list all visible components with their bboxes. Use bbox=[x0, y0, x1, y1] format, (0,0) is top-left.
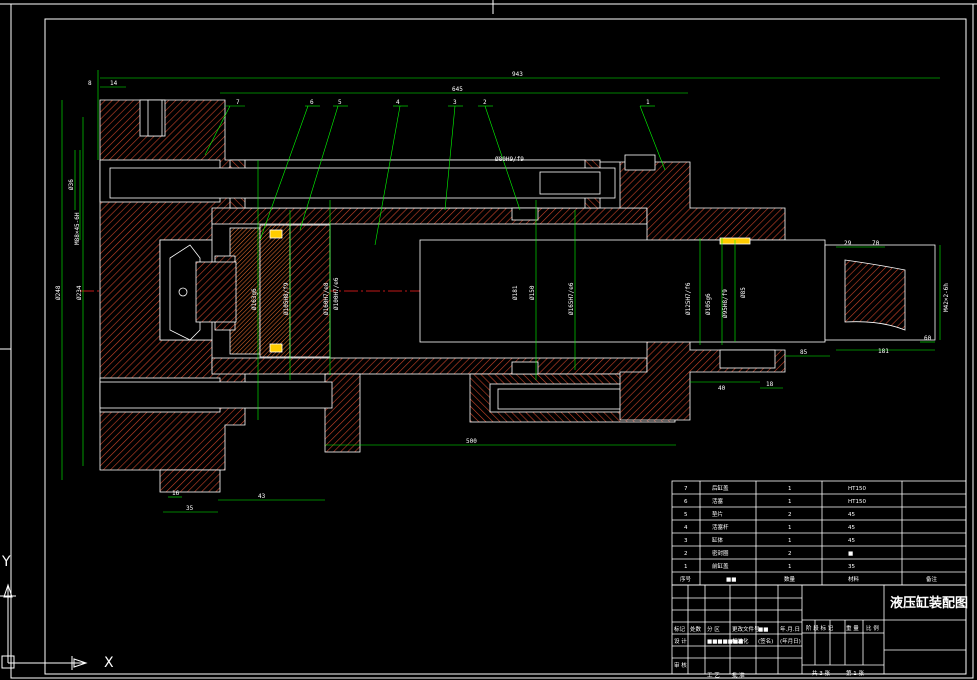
ucs-x-label: X bbox=[104, 655, 114, 671]
pl-mat-4: 45 bbox=[848, 525, 855, 531]
balloon-5: 5 bbox=[338, 99, 342, 106]
pl-qty-1: 1 bbox=[788, 564, 792, 570]
pl-mat-3: 45 bbox=[848, 538, 855, 544]
pl-name-5: 垫片 bbox=[712, 510, 723, 518]
pl-mat-1: 35 bbox=[848, 564, 855, 570]
pl-name-2: 密封圈 bbox=[712, 549, 729, 557]
pl-qty-6: 1 bbox=[788, 499, 792, 505]
pl-name-6: 活塞 bbox=[712, 497, 724, 505]
tb-mark: 标记 bbox=[674, 625, 686, 633]
tb-sign: ■■ bbox=[758, 627, 768, 633]
tb-stage: 阶 段 标 记 bbox=[806, 624, 834, 632]
pl-no-5: 5 bbox=[684, 512, 688, 518]
dim-70: 70 bbox=[872, 240, 880, 247]
tb-weight: 重 量 bbox=[846, 624, 859, 632]
pl-header-name: ■■ bbox=[726, 577, 736, 583]
pl-mat-7: HT150 bbox=[848, 486, 866, 492]
pl-header-note: 备注 bbox=[926, 575, 938, 583]
dim-m88: M88×45-6H bbox=[74, 212, 81, 245]
dim-d105g: Ø105g6 bbox=[705, 293, 712, 315]
tb-signature: (签名) bbox=[758, 637, 773, 645]
pl-qty-4: 1 bbox=[788, 525, 792, 531]
tb-design: 设 计 bbox=[674, 637, 687, 645]
balloon-2: 2 bbox=[483, 99, 487, 106]
pl-qty-7: 1 bbox=[788, 486, 792, 492]
pl-qty-3: 1 bbox=[788, 538, 792, 544]
part-balloons: 7 6 5 4 3 2 1 bbox=[225, 99, 655, 107]
tb-date: 年.月.日 bbox=[780, 625, 800, 633]
tb-change-doc: 更改文件号 bbox=[732, 625, 760, 633]
pl-no-1: 1 bbox=[684, 564, 688, 570]
fit-annotation: Ø80H9/f9 bbox=[495, 156, 524, 163]
assembly-drawing: 943 645 8 14 500 16 35 43 29 70 85 181 6… bbox=[0, 0, 977, 679]
dim-d105: Ø105H8/f9 bbox=[283, 282, 290, 315]
dim-29: 29 bbox=[844, 240, 852, 247]
dim-d125: Ø125H7/f6 bbox=[685, 282, 692, 315]
dim-d95: Ø95H8/f9 bbox=[722, 289, 729, 318]
pl-header-qty: 数量 bbox=[784, 575, 796, 583]
dim-35: 35 bbox=[186, 505, 194, 512]
tb-zone: 分 区 bbox=[707, 625, 720, 633]
tb-scale: 比 例 bbox=[866, 624, 879, 632]
dim-d234: Ø234 bbox=[76, 285, 83, 300]
dim-85: 85 bbox=[800, 349, 808, 356]
pl-no-2: 2 bbox=[684, 551, 688, 557]
pl-name-4: 活塞杆 bbox=[712, 523, 729, 531]
balloon-7: 7 bbox=[236, 99, 240, 106]
pl-name-3: 缸体 bbox=[712, 536, 724, 544]
pl-no-3: 3 bbox=[684, 538, 688, 544]
balloon-3: 3 bbox=[453, 99, 457, 106]
pl-no-6: 6 bbox=[684, 499, 688, 505]
pl-mat-6: HT150 bbox=[848, 499, 866, 505]
dim-overall-length: 943 bbox=[512, 71, 523, 78]
pl-qty-2: 2 bbox=[788, 551, 792, 557]
dim-8: 8 bbox=[88, 80, 92, 87]
tb-approve: 批 准 bbox=[732, 671, 745, 679]
balloon-6: 6 bbox=[310, 99, 314, 106]
dim-d36: Ø36 bbox=[68, 179, 75, 190]
dim-m42: M42×2-6h bbox=[943, 283, 950, 312]
pl-name-7: 后缸盖 bbox=[712, 484, 729, 492]
dim-16: 16 bbox=[172, 490, 180, 497]
dim-40: 40 bbox=[718, 385, 726, 392]
balloon-4: 4 bbox=[396, 99, 400, 106]
dim-d150: Ø150 bbox=[529, 285, 536, 300]
pl-header-no: 序号 bbox=[680, 575, 692, 583]
ucs-icon bbox=[0, 583, 88, 670]
pl-header-material: 材料 bbox=[848, 575, 860, 583]
pl-qty-5: 2 bbox=[788, 512, 792, 518]
dim-d181: Ø181 bbox=[512, 285, 519, 300]
dim-60: 60 bbox=[924, 335, 932, 342]
tb-standard: 标准化 bbox=[732, 637, 749, 645]
dim-14: 14 bbox=[110, 80, 118, 87]
dim-d85: Ø85 bbox=[740, 287, 747, 298]
dim-d100: Ø100H7/e6 bbox=[333, 277, 340, 310]
pl-no-7: 7 bbox=[684, 486, 688, 492]
tb-sheets-total: 共 3 张 bbox=[812, 669, 830, 677]
title-block: 液压缸装配图 标记 处数 分 区 更改文件号 ■■ 年.月.日 设 计 ■■■■… bbox=[671, 584, 968, 679]
tb-review: 审 核 bbox=[674, 661, 687, 669]
tb-process: 工 艺 bbox=[707, 672, 720, 679]
ucs-y-label: Y bbox=[1, 554, 11, 570]
dim-body-length: 645 bbox=[452, 86, 463, 93]
tb-count: 处数 bbox=[690, 625, 702, 633]
pl-name-1: 前缸盖 bbox=[712, 562, 729, 570]
pl-no-4: 4 bbox=[684, 525, 688, 531]
dim-d165: Ø165H7/e6 bbox=[568, 282, 575, 315]
piston-rod-part-4 bbox=[419, 239, 936, 343]
parts-list: 7 后缸盖 1 HT150 6 活塞 1 HT150 5 垫片 2 45 4 活… bbox=[671, 480, 967, 586]
pl-mat-5: 45 bbox=[848, 512, 855, 518]
balloon-1: 1 bbox=[646, 99, 650, 106]
dim-18: 18 bbox=[766, 381, 774, 388]
dim-43: 43 bbox=[258, 493, 266, 500]
pl-mat-2: ■ bbox=[848, 551, 853, 557]
dim-d248: Ø248 bbox=[55, 285, 62, 300]
drawing-title: 液压缸装配图 bbox=[890, 595, 968, 611]
tb-ymd: (年月日) bbox=[780, 637, 801, 645]
dim-stroke: 500 bbox=[466, 438, 477, 445]
dim-d160: Ø160H7/e8 bbox=[323, 282, 330, 315]
dim-181: 181 bbox=[878, 348, 889, 355]
tb-sheet-no: 第 1 张 bbox=[846, 669, 864, 677]
dim-d163: Ø163g6 bbox=[251, 288, 258, 310]
